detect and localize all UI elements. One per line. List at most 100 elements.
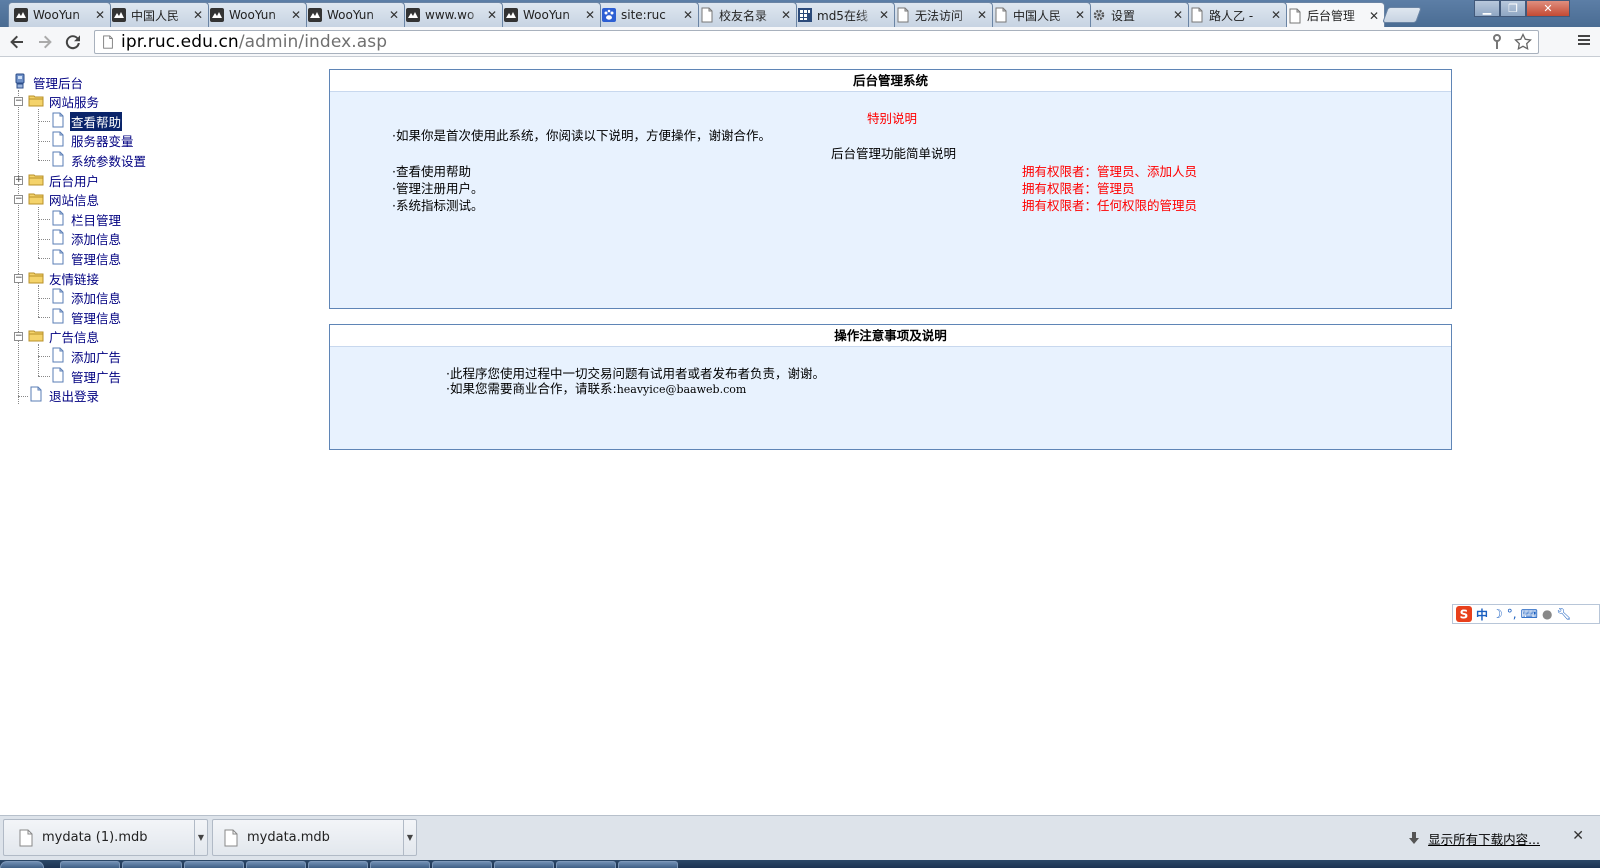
download-item[interactable]: mydata.mdb ▼ (212, 819, 417, 856)
collapse-icon[interactable]: − (14, 97, 23, 107)
show-all-downloads-link[interactable]: 显示所有下载内容... (1408, 829, 1540, 848)
browser-tab[interactable]: 中国人民 ✕ (106, 2, 209, 27)
chrome-menu-icon[interactable] (1576, 32, 1592, 51)
keyboard-icon[interactable]: ⌨ (1521, 607, 1538, 621)
svg-text:S: S (1460, 608, 1469, 622)
close-window-button[interactable]: ✕ (1526, 0, 1570, 17)
file-icon (19, 829, 33, 846)
tree-folder[interactable]: + 后台用户 (14, 170, 100, 190)
taskbar-button[interactable] (432, 861, 492, 868)
gear-icon (1091, 7, 1107, 23)
moon-icon[interactable]: ☽ (1492, 607, 1503, 621)
tab-strip: 后台管理 ✕ 路人乙 - ✕ 设置 ✕ 中国人民 ✕ 无法访问 ✕ md5在线 ✕ 校友名录 ✕ site:… (0, 0, 1600, 28)
forward-button[interactable] (34, 31, 56, 53)
close-tab-icon[interactable]: ✕ (94, 9, 106, 21)
browser-tab[interactable]: 路人乙 - ✕ (1184, 2, 1287, 27)
start-button[interactable] (0, 861, 44, 868)
tree-folder[interactable]: − 网站服务 (14, 92, 100, 112)
browser-tab[interactable]: www.wo ✕ (400, 2, 503, 27)
close-tab-icon[interactable]: ✕ (388, 9, 400, 21)
back-button[interactable] (6, 31, 28, 53)
taskbar-button[interactable] (370, 861, 430, 868)
special-note-heading: 特别说明 (867, 111, 918, 126)
browser-tab[interactable]: WooYun ✕ (302, 2, 405, 27)
cloud-icon (111, 7, 127, 23)
taskbar-button[interactable] (122, 861, 182, 868)
taskbar-button[interactable] (246, 861, 306, 868)
browser-tab[interactable]: WooYun ✕ (8, 2, 111, 27)
admin-root-icon (12, 73, 28, 92)
tree-leaf[interactable]: 管理信息 (34, 307, 122, 327)
browser-tab[interactable]: 无法访问 ✕ (890, 2, 993, 27)
key-icon[interactable] (1488, 33, 1506, 51)
browser-tab[interactable]: 校友名录 ✕ (694, 2, 797, 27)
tab-title: WooYun (33, 8, 81, 22)
close-tab-icon[interactable]: ✕ (976, 9, 988, 21)
tree-leaf[interactable]: 管理广告 (34, 366, 122, 386)
close-tab-icon[interactable]: ✕ (780, 9, 792, 21)
ime-toolbar[interactable]: S 中 ☽ °, ⌨ ● 🔧︎ (1452, 604, 1600, 624)
close-tab-icon[interactable]: ✕ (1270, 9, 1282, 21)
taskbar-button[interactable] (556, 861, 616, 868)
tree-folder[interactable]: − 友情链接 (14, 268, 100, 288)
chevron-down-icon[interactable]: ▼ (194, 820, 207, 855)
tree-leaf[interactable]: 退出登录 (14, 386, 100, 406)
tree-leaf[interactable]: 添加信息 (34, 229, 122, 249)
ime-mode-label[interactable]: 中 (1476, 606, 1488, 623)
browser-tab[interactable]: WooYun ✕ (498, 2, 601, 27)
close-tab-icon[interactable]: ✕ (1368, 10, 1380, 22)
tree-folder[interactable]: − 广告信息 (14, 327, 100, 347)
collapse-icon[interactable]: − (14, 195, 23, 205)
close-tab-icon[interactable]: ✕ (584, 9, 596, 21)
cloud-icon (405, 7, 421, 23)
admin-system-panel: 后台管理系统 特别说明 ·如果你是首次使用此系统，你阅读以下说明，方便操作，谢谢… (329, 69, 1452, 309)
contact-text: ·如果您需要商业合作，请联系:heavyice@baaweb.com (446, 381, 747, 396)
close-tab-icon[interactable]: ✕ (486, 9, 498, 21)
tree-leaf[interactable]: 添加信息 (34, 288, 122, 308)
tree-leaf[interactable]: 查看帮助 (34, 110, 124, 132)
tree-root[interactable]: 管理后台 (12, 72, 84, 92)
close-tab-icon[interactable]: ✕ (1074, 9, 1086, 21)
browser-tab[interactable]: site:ruc ✕ (596, 2, 699, 27)
close-tab-icon[interactable]: ✕ (192, 9, 204, 21)
close-download-shelf-button[interactable]: ✕ (1572, 828, 1584, 844)
tree-leaf[interactable]: 系统参数设置 (34, 150, 147, 170)
bookmark-star-icon[interactable] (1514, 33, 1532, 51)
close-tab-icon[interactable]: ✕ (682, 9, 694, 21)
new-tab-button[interactable] (1382, 7, 1422, 23)
chevron-down-icon[interactable]: ▼ (403, 820, 416, 855)
taskbar-button[interactable] (618, 861, 678, 868)
close-tab-icon[interactable]: ✕ (878, 9, 890, 21)
page-icon (1189, 7, 1205, 23)
panel-title: 后台管理系统 (330, 70, 1451, 92)
tree-folder[interactable]: − 网站信息 (14, 190, 100, 210)
browser-tab[interactable]: 后台管理 ✕ (1282, 2, 1385, 28)
taskbar-button[interactable] (184, 861, 244, 868)
tree-leaf[interactable]: 栏目管理 (34, 209, 122, 229)
collapse-icon[interactable]: − (14, 332, 23, 342)
wrench-icon[interactable]: 🔧︎ (1556, 607, 1571, 621)
tab-title: md5在线 (817, 8, 868, 23)
taskbar-button[interactable] (308, 861, 368, 868)
browser-tab[interactable]: 中国人民 ✕ (988, 2, 1091, 27)
minimize-button[interactable]: ▁ (1474, 0, 1500, 17)
browser-tab[interactable]: 设置 ✕ (1086, 2, 1189, 27)
close-tab-icon[interactable]: ✕ (1172, 9, 1184, 21)
collapse-icon[interactable]: − (14, 273, 23, 283)
reload-button[interactable] (62, 31, 84, 53)
tree-leaf[interactable]: 管理信息 (34, 248, 122, 268)
download-item[interactable]: mydata (1).mdb ▼ (3, 819, 208, 856)
expand-icon[interactable]: + (14, 175, 23, 185)
punctuation-icon[interactable]: °, (1507, 607, 1517, 621)
taskbar-button[interactable] (60, 861, 120, 868)
browser-tab[interactable]: md5在线 ✕ (792, 2, 895, 27)
restore-button[interactable]: ❐ (1500, 0, 1526, 17)
tree-leaf[interactable]: 服务器变量 (34, 131, 135, 151)
taskbar-button[interactable] (494, 861, 554, 868)
user-icon[interactable]: ● (1542, 607, 1552, 621)
close-tab-icon[interactable]: ✕ (290, 9, 302, 21)
address-bar[interactable]: ipr.ruc.edu.cn/admin/index.asp (94, 30, 1539, 54)
tree-connector (38, 285, 39, 318)
browser-tab[interactable]: WooYun ✕ (204, 2, 307, 27)
tree-leaf[interactable]: 添加广告 (34, 346, 122, 366)
